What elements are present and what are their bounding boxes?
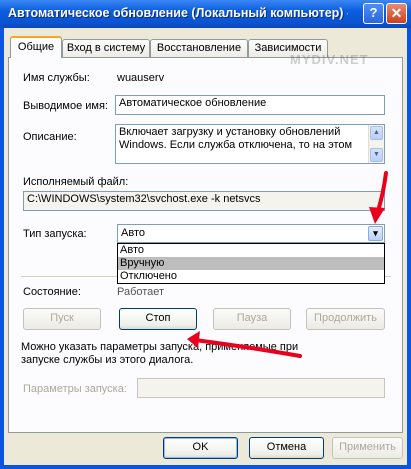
startup-option-manual[interactable]: Вручную — [118, 257, 384, 270]
start-button[interactable]: Пуск — [23, 308, 101, 330]
description-text: Включает загрузку и установку обновлений… — [119, 126, 353, 151]
help-button[interactable]: ? — [363, 3, 384, 24]
display-name-label: Выводимое имя: — [23, 100, 108, 112]
service-properties-window: Автоматическое обновление (Локальный ком… — [0, 0, 411, 469]
description-label: Описание: — [23, 131, 77, 143]
state-value: Работает — [117, 286, 165, 298]
tab-logon[interactable]: Вход в систему — [62, 39, 150, 57]
apply-button[interactable]: Применить — [332, 437, 403, 459]
stop-button[interactable]: Стоп — [119, 308, 197, 330]
resume-button[interactable]: Продолжить — [306, 308, 385, 330]
pause-button[interactable]: Пауза — [213, 308, 291, 330]
tab-strip: Общие Вход в систему Восстановление Зави… — [4, 28, 407, 58]
startup-type-dropdown: Авто Вручную Отключено — [117, 243, 385, 284]
startup-option-auto[interactable]: Авто — [118, 244, 384, 257]
executable-label: Исполняемый файл: — [23, 176, 129, 188]
start-params-label: Параметры запуска: — [23, 383, 127, 395]
title-bar[interactable]: Автоматическое обновление (Локальный ком… — [0, 0, 411, 28]
cancel-button[interactable]: Отмена — [249, 437, 324, 459]
tab-recovery[interactable]: Восстановление — [150, 39, 248, 57]
startup-option-disabled[interactable]: Отключено — [118, 270, 384, 283]
dialog-client-area: Общие Вход в систему Восстановление Зави… — [4, 28, 407, 465]
close-button[interactable]: ✕ — [386, 3, 407, 24]
help-icon: ? — [369, 5, 378, 20]
service-name-label: Имя службы: — [23, 72, 90, 84]
service-name-value: wuauserv — [117, 72, 165, 84]
scroll-down-icon[interactable]: ▼ — [370, 148, 383, 162]
close-icon: ✕ — [390, 5, 403, 21]
window-title: Автоматическое обновление (Локальный ком… — [8, 6, 348, 20]
tab-general[interactable]: Общие — [10, 36, 62, 58]
tab-dependencies[interactable]: Зависимости — [248, 39, 328, 57]
start-params-hint: Можно указать параметры запуска, применя… — [21, 341, 299, 366]
display-name-field[interactable]: Автоматическое обновление — [115, 95, 385, 115]
startup-type-label: Тип запуска: — [23, 228, 87, 240]
chevron-down-icon[interactable]: ▾ — [368, 226, 383, 241]
description-field[interactable]: Включает загрузку и установку обновлений… — [115, 124, 385, 164]
start-params-input[interactable] — [137, 378, 385, 398]
description-scrollbar[interactable]: ▲ ▼ — [368, 125, 384, 163]
state-label: Состояние: — [23, 286, 81, 298]
startup-type-value: Авто — [121, 227, 145, 239]
executable-path-field: C:\WINDOWS\system32\svchost.exe -k netsv… — [23, 191, 385, 211]
scroll-up-icon[interactable]: ▲ — [370, 126, 383, 140]
general-tab-panel: Имя службы: wuauserv Выводимое имя: Авто… — [8, 57, 403, 433]
ok-button[interactable]: OK — [163, 437, 238, 459]
startup-type-select[interactable]: Авто ▾ — [117, 224, 385, 243]
